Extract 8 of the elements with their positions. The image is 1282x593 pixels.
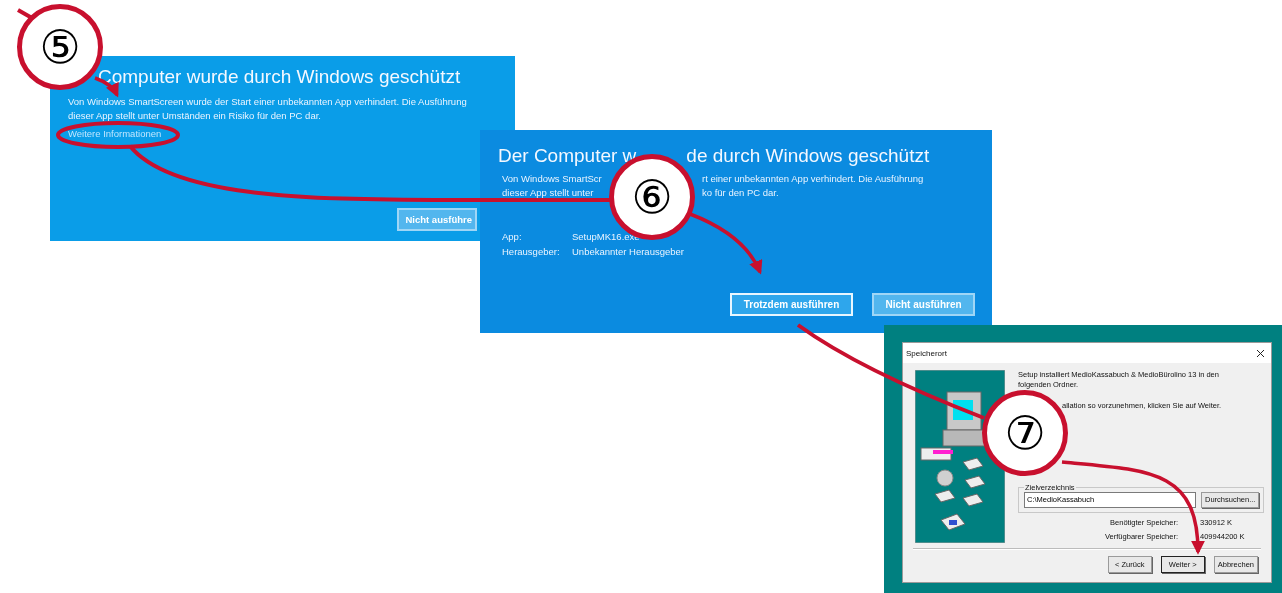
- message-text: dieser App stellt unter Umständen ein Risiko für den PC dar.: [68, 109, 322, 123]
- message-text: Von Windows SmartScreen wurde der Start einer unbekannten App verhindert. Die Ausführung: [68, 95, 468, 109]
- detail-value: SetupMK16.exe: [572, 230, 640, 244]
- detail-label: Herausgeber:: [502, 245, 561, 259]
- dialog-title: Speicherort: [906, 348, 947, 358]
- detail-value: Unbekannter Herausgeber: [572, 245, 684, 259]
- detail-label: App:: [502, 230, 523, 244]
- close-icon[interactable]: [1256, 348, 1265, 358]
